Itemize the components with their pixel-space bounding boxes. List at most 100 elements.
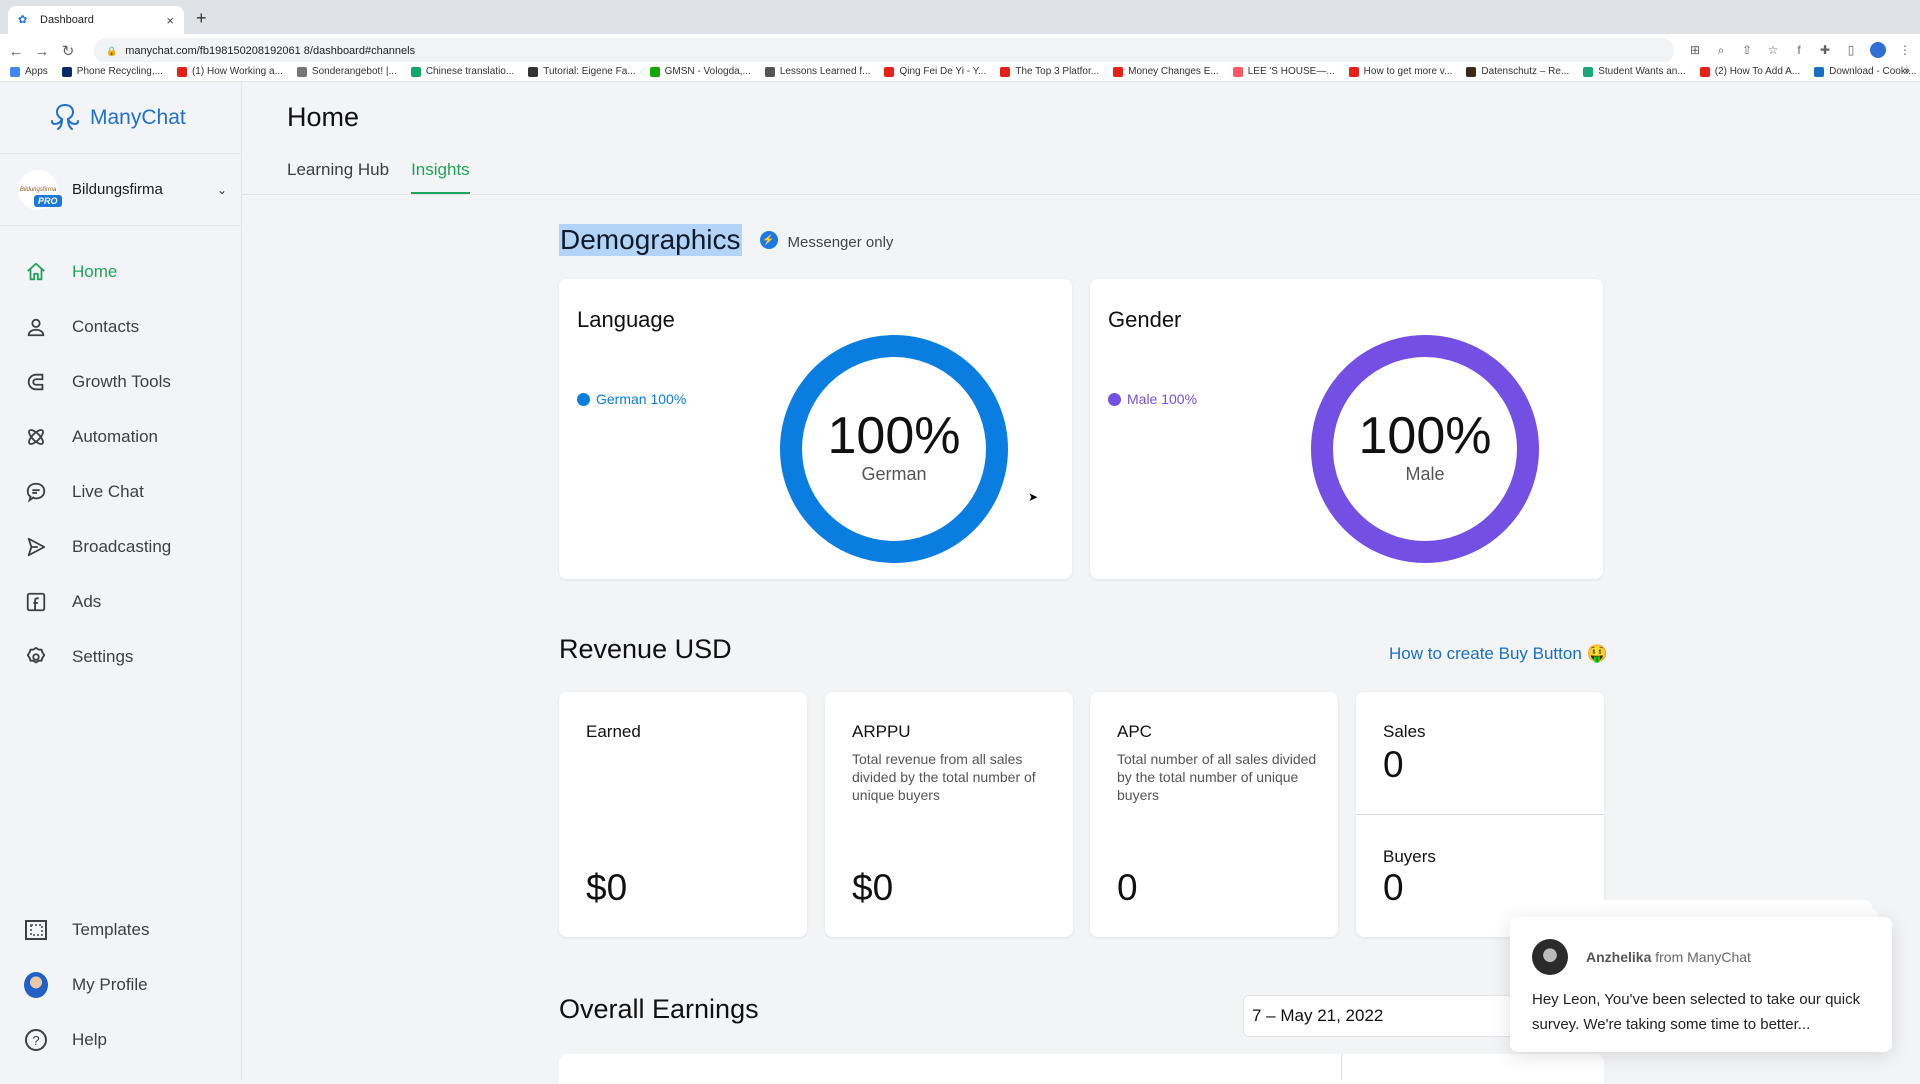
card-divider <box>1356 814 1604 815</box>
youtube-icon <box>1699 66 1710 77</box>
buy-button-help-link[interactable]: How to create Buy Button 🤑 <box>1389 644 1608 664</box>
channel-label: Messenger only <box>787 233 894 251</box>
sidebar-item-contacts[interactable]: Contacts <box>0 299 242 354</box>
bookmark-label: Tutorial: Eigene Fa... <box>543 66 636 77</box>
youtube-icon <box>1113 66 1124 77</box>
sidebar-item-help[interactable]: ? Help <box>0 1012 242 1067</box>
sidebar-item-label: Growth Tools <box>72 371 171 391</box>
facebook-extension-icon[interactable]: f <box>1792 43 1806 57</box>
overall-earnings-title: Overall Earnings <box>559 994 759 1024</box>
apps-grid-icon <box>10 66 20 77</box>
templates-icon <box>24 918 48 942</box>
bookmark-item[interactable]: Download - Cooki... <box>1814 66 1916 77</box>
o2-icon <box>61 66 72 77</box>
donut-value: 100% <box>1358 406 1492 465</box>
bookmark-item[interactable]: GMSN - Vologda,... <box>649 66 751 77</box>
translate-icon[interactable]: ⊞ <box>1688 43 1702 57</box>
bookmark-item[interactable]: How to get more v... <box>1348 66 1453 77</box>
menu-icon[interactable]: ⋮ <box>1898 43 1912 57</box>
bookmark-item[interactable]: LEE 'S HOUSE—... <box>1232 66 1335 77</box>
youtube-icon <box>1000 66 1011 77</box>
bookmark-item[interactable]: Phone Recycling,... <box>61 66 163 77</box>
bookmark-label: LEE 'S HOUSE—... <box>1247 66 1335 77</box>
facebook-icon <box>24 590 48 614</box>
bookmark-label: How to get more v... <box>1363 66 1453 77</box>
donut-label: Male <box>1405 463 1445 484</box>
bookmark-item[interactable]: Apps <box>10 66 48 77</box>
sidebar-item-live-chat[interactable]: Live Chat <box>0 464 242 519</box>
account-logo-text: Bildungsfirma <box>19 186 57 193</box>
sidebar-item-label: Automation <box>72 426 158 446</box>
date-range-picker[interactable]: 7 – May 21, 2022 <box>1243 995 1523 1037</box>
extensions-icon[interactable]: ✚ <box>1818 43 1832 57</box>
metric-value: $0 <box>586 867 628 908</box>
back-icon[interactable]: ← <box>6 43 26 60</box>
bookmark-label: Chinese translatio... <box>425 66 515 77</box>
zoom-icon[interactable]: ⌕ <box>1714 43 1728 58</box>
earnings-card-divider <box>1341 1054 1342 1080</box>
sidebar-item-my-profile[interactable]: My Profile <box>0 957 242 1012</box>
manychat-logo[interactable]: ManyChat <box>0 82 241 154</box>
chat-message: Hey Leon, You've been selected to take o… <box>1532 991 1861 1033</box>
forward-icon[interactable]: → <box>32 43 52 60</box>
sidebar-item-automation[interactable]: Automation <box>0 409 242 464</box>
star-icon[interactable]: ☆ <box>1766 43 1780 57</box>
close-tab-icon[interactable]: × <box>166 13 174 28</box>
sidebar-item-settings[interactable]: Settings <box>0 629 242 684</box>
bookmark-item[interactable]: (2) How To Add A... <box>1699 66 1800 77</box>
metric-title: Earned <box>586 722 641 741</box>
cookie-icon <box>1814 66 1825 77</box>
bookmark-label: The Top 3 Platfor... <box>1015 66 1100 77</box>
check-circle-icon <box>296 66 307 77</box>
apc-card: APC Total number of all sales divided by… <box>1090 692 1338 937</box>
bookmark-item[interactable]: Lessons Learned f... <box>764 66 870 77</box>
earned-card: Earned $0 <box>559 692 807 937</box>
page-title: Home <box>287 102 360 132</box>
account-logo: Bildungsfirma PRO <box>18 169 62 210</box>
share-icon[interactable]: ⇧ <box>1740 43 1754 57</box>
sidebar-item-ads[interactable]: Ads <box>0 574 242 629</box>
account-switcher[interactable]: Bildungsfirma PRO Bildungsfirma ⌄ <box>0 154 241 226</box>
svg-text:?: ? <box>32 1033 39 1048</box>
bookmark-label: Qing Fei De Yi - Y... <box>899 66 987 77</box>
sidebar-item-label: Templates <box>72 919 150 939</box>
bookmark-item[interactable]: Qing Fei De Yi - Y... <box>884 66 986 77</box>
new-tab-button[interactable]: + <box>196 8 207 29</box>
bookmark-item[interactable]: Tutorial: Eigene Fa... <box>528 66 636 77</box>
avatar <box>24 971 48 998</box>
bookmark-item[interactable]: Sonderangebot! |... <box>296 66 397 77</box>
bookmark-image-icon <box>1466 66 1477 77</box>
url-text: manychat.com/fb198150208192061 8/dashboa… <box>125 45 416 57</box>
bookmark-item[interactable]: Money Changes E... <box>1113 66 1219 77</box>
address-bar[interactable]: 🔒 manychat.com/fb198150208192061 8/dashb… <box>94 38 1674 64</box>
chat-notification[interactable]: Anzhelika from ManyChat Hey Leon, You've… <box>1510 917 1892 1052</box>
hashtag-icon <box>528 66 539 77</box>
bookmark-label: Phone Recycling,... <box>76 66 163 77</box>
airbnb-icon <box>1232 66 1243 77</box>
bookmark-item[interactable]: (1) How Working a... <box>176 66 283 77</box>
metric-description: Total revenue from all sales divided by … <box>852 751 1036 803</box>
translate-icon <box>410 66 421 77</box>
profile-avatar[interactable] <box>1870 42 1886 58</box>
tabs-divider <box>242 194 1920 195</box>
more-bookmarks-icon[interactable]: » <box>1904 65 1910 77</box>
bookmark-item[interactable]: Datenschutz – Re... <box>1466 66 1569 77</box>
reload-icon[interactable]: ↻ <box>58 42 78 60</box>
sidebar-item-label: My Profile <box>72 974 148 994</box>
tab-insights[interactable]: Insights <box>411 160 470 195</box>
donut-value: 100% <box>827 406 961 465</box>
sidepanel-icon[interactable]: ▯ <box>1844 43 1858 57</box>
sidebar-item-templates[interactable]: Templates <box>0 902 242 957</box>
sidebar-item-growth-tools[interactable]: Growth Tools <box>0 354 242 409</box>
tab-learning-hub[interactable]: Learning Hub <box>287 160 389 195</box>
sidebar-item-label: Ads <box>72 591 102 611</box>
buyers-value: 0 <box>1383 867 1404 908</box>
bookmark-item[interactable]: The Top 3 Platfor... <box>1000 66 1099 77</box>
sidebar-item-home[interactable]: Home <box>0 244 242 299</box>
bookmark-item[interactable]: Student Wants an... <box>1583 66 1686 77</box>
sidebar-item-broadcasting[interactable]: Broadcasting <box>0 519 242 574</box>
browser-tab[interactable]: ✿ Dashboard × <box>8 6 184 34</box>
bookmark-item[interactable]: Chinese translatio... <box>410 66 515 77</box>
card-title: Gender <box>1108 307 1182 332</box>
legend-label: German 100% <box>596 391 687 407</box>
